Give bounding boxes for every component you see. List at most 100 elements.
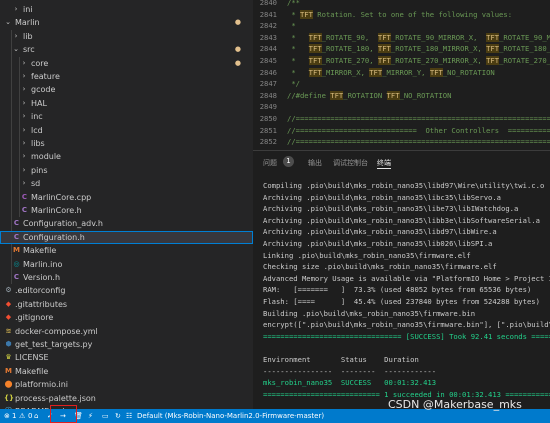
tree-file[interactable]: C MarlinCore.cpp [0, 191, 253, 204]
tree-folder[interactable]: ⌄ Marlin ● [0, 16, 253, 29]
python-file-icon: ⬢ [5, 340, 12, 348]
tree-folder[interactable]: › core ● [0, 57, 253, 70]
tree-folder[interactable]: › gcode [0, 83, 253, 96]
code-line[interactable]: 2842 * [253, 20, 550, 32]
code-text: //============================ Other Con… [287, 125, 550, 135]
tree-file[interactable]: ♛ LICENSE [0, 351, 253, 364]
line-number: 2843 [259, 32, 277, 42]
panel-tab[interactable]: 输出 [308, 157, 322, 169]
license-icon: ♛ [5, 353, 12, 362]
env-icon[interactable]: ☷ [126, 409, 132, 423]
code-text: * [287, 21, 296, 31]
tree-file[interactable]: ⬢ get_test_targets.py [0, 338, 253, 351]
code-line[interactable]: 2844 * TFT_ROTATE_180, TFT_ROTATE_180_MI… [253, 43, 550, 55]
tree-item-label: get_test_targets.py [15, 340, 93, 349]
refresh-icon[interactable]: ↻ [115, 409, 121, 423]
code-line[interactable]: 2847 */ [253, 78, 550, 90]
tree-file[interactable]: ◆ .gitignore [0, 311, 253, 324]
tree-file[interactable]: ◆ .gitattributes [0, 298, 253, 311]
code-line[interactable]: 2852 //==================================… [253, 136, 550, 148]
chevron-down-icon[interactable]: ⌄ [12, 43, 20, 56]
warning-count[interactable]: 0 [28, 409, 32, 423]
tree-file[interactable]: C Configuration_adv.h [0, 217, 253, 230]
chevron-right-icon[interactable]: › [20, 97, 28, 110]
panel-tab[interactable]: 终端 [377, 157, 391, 169]
gear-icon: ⚙ [5, 286, 12, 295]
tree-file[interactable]: ≋ docker-compose.yml [0, 325, 253, 338]
tree-file[interactable]: ⬤ platformio.ini [0, 378, 253, 391]
tree-file[interactable]: C Version.h [0, 271, 253, 284]
tree-folder[interactable]: › sd [0, 177, 253, 190]
tree-item-label: Makefile [23, 246, 57, 256]
chevron-right-icon[interactable]: › [20, 70, 28, 83]
code-line[interactable]: 2846 * TFT_MIRROR_X, TFT_MIRROR_Y, TFT_N… [253, 67, 550, 79]
error-icon[interactable]: ⊗ [4, 409, 10, 423]
tree-item-label: gcode [31, 85, 56, 95]
c-header-file-icon: C [21, 206, 28, 214]
code-text: * TFT_MIRROR_X, TFT_MIRROR_Y, TFT_NO_ROT… [287, 67, 495, 77]
chevron-right-icon[interactable]: › [20, 150, 28, 163]
tree-item-label: module [31, 152, 61, 162]
tree-item-label: Configuration.h [23, 232, 85, 242]
code-text: * TFT_ROTATE_90, TFT_ROTATE_90_MIRROR_X,… [287, 32, 550, 42]
chevron-right-icon[interactable]: › [20, 110, 28, 123]
tree-folder[interactable]: › HAL [0, 97, 253, 110]
chevron-right-icon[interactable]: › [20, 83, 28, 96]
tree-item-label: sd [31, 179, 41, 189]
warning-icon[interactable]: ⚠ [19, 409, 25, 423]
error-count[interactable]: 1 [12, 409, 16, 423]
panel-tab[interactable]: 问题 [263, 157, 277, 169]
tree-file[interactable]: M Makefile [0, 244, 253, 257]
code-line[interactable]: 2841 * TFT Rotation. Set to one of the f… [253, 9, 550, 21]
tree-folder[interactable]: › libs [0, 137, 253, 150]
plug-icon[interactable]: ⚡ [88, 409, 93, 423]
chevron-right-icon[interactable]: › [20, 164, 28, 177]
code-editor[interactable]: 2840 /** 2841 * TFT Rotation. Set to one o… [253, 0, 550, 150]
tree-file[interactable]: M Makefile [0, 365, 253, 378]
code-line[interactable]: 2849 [253, 101, 550, 113]
code-line[interactable]: 2845 * TFT_ROTATE_270, TFT_ROTATE_270_MI… [253, 55, 550, 67]
tree-file[interactable]: {} process-palette.json [0, 392, 253, 405]
code-line[interactable]: 2848 //#define TFT_ROTATION TFT_NO_ROTATI… [253, 90, 550, 102]
code-line[interactable]: 2850 //==================================… [253, 113, 550, 125]
line-number: 2849 [259, 102, 277, 112]
tree-item-label: LICENSE [15, 353, 49, 363]
c-header-file-icon: C [13, 219, 20, 228]
code-line[interactable]: 2843 * TFT_ROTATE_90, TFT_ROTATE_90_MIRR… [253, 32, 550, 44]
tree-file[interactable]: C MarlinCore.h [0, 204, 253, 217]
line-number: 2842 [259, 21, 277, 31]
tree-file[interactable]: C Configuration.h [0, 230, 253, 245]
home-icon[interactable]: ⌂ [34, 409, 38, 423]
code-text: */ [287, 79, 300, 89]
tree-file[interactable]: ◎ Marlin.ino [0, 258, 253, 271]
arduino-file-icon: ◎ [13, 259, 20, 268]
tree-folder[interactable]: › pins [0, 164, 253, 177]
tree-folder[interactable]: › feature [0, 70, 253, 83]
terminal-line: Archiving .pio\build\mks_robin_nano35\li… [263, 215, 540, 225]
tree-item-label: MarlinCore.h [31, 206, 82, 215]
chevron-right-icon[interactable]: › [12, 3, 20, 16]
panel-tab[interactable]: 调试控制台 [333, 157, 368, 169]
chevron-right-icon[interactable]: › [20, 57, 28, 70]
tree-folder[interactable]: › inc [0, 110, 253, 123]
chevron-down-icon[interactable]: ⌄ [4, 16, 12, 29]
tree-folder[interactable]: › lib [0, 30, 253, 43]
chevron-right-icon[interactable]: › [20, 124, 28, 137]
environment-label[interactable]: Default (Mks-Robin-Nano-Marlin2.0-Firmwa… [137, 409, 324, 423]
chevron-right-icon[interactable]: › [12, 30, 20, 43]
terminal-line: Environment Status Duration [263, 355, 419, 364]
tree-folder[interactable]: › module [0, 150, 253, 163]
tree-folder[interactable]: › lcd [0, 124, 253, 137]
makefile-icon: M [13, 246, 20, 255]
tree-folder[interactable]: ⌄ src ● [0, 43, 253, 56]
tree-folder[interactable]: › ini [0, 3, 253, 16]
chevron-right-icon[interactable]: › [20, 137, 28, 150]
terminal-icon[interactable]: ▭ [102, 409, 109, 423]
tree-file[interactable]: ⚙ .editorconfig [0, 284, 253, 297]
tree-item-label: docker-compose.yml [15, 326, 98, 336]
line-number: 2840 [259, 0, 277, 7]
tree-item-label: .gitattributes [15, 299, 68, 309]
chevron-right-icon[interactable]: › [20, 177, 28, 190]
code-line[interactable]: 2840 /** [253, 0, 550, 9]
code-line[interactable]: 2851 //============================ Other… [253, 125, 550, 137]
